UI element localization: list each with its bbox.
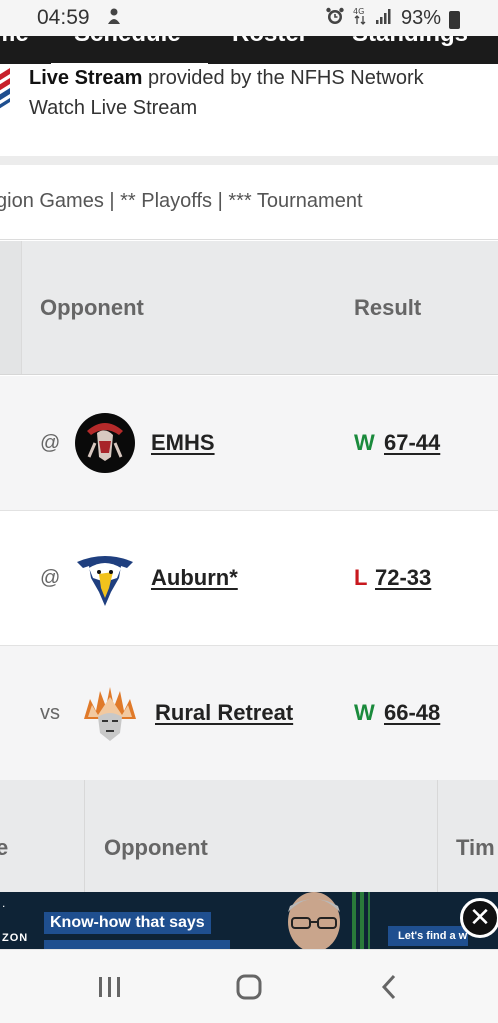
data-arrows-icon: 4G [353, 6, 367, 31]
auburn-eagle-logo-icon [77, 556, 133, 606]
emhs-logo-icon [75, 413, 135, 473]
ad-person-image [288, 892, 340, 949]
opponent-column-header: Opponent [40, 295, 144, 320]
battery-icon [449, 10, 460, 29]
watch-live-stream-link[interactable]: Watch Live Stream [29, 97, 197, 120]
ad-banner[interactable]: . ZON Know-how that says Let's find a w [0, 892, 498, 949]
recent-apps-icon[interactable] [90, 970, 130, 1004]
result-outcome: L [354, 565, 368, 590]
game-location: vs [40, 702, 60, 724]
opponent-column-header: Opponent [104, 835, 208, 860]
live-stream-provider: provided by the NFHS Network [142, 67, 424, 89]
ad-brand-text: ZON [2, 932, 29, 944]
status-bar: 04:59 4G 93% [0, 0, 498, 36]
result-score-link[interactable]: 72-33 [375, 565, 431, 591]
live-stream-banner: Live Stream provided by the NFHS Network… [0, 64, 498, 158]
section-divider [0, 156, 498, 165]
home-icon[interactable] [229, 970, 269, 1004]
svg-text:4G: 4G [353, 7, 364, 16]
result-score-link[interactable]: 67-44 [384, 430, 440, 456]
table-row: vs Rural Retreat W 66-48 [0, 646, 498, 781]
tab-roster[interactable]: Roster [232, 36, 308, 48]
ad-headline: Know-how that says [44, 912, 211, 934]
tab-standings[interactable]: Standings [352, 36, 468, 48]
opponent-link-rural-retreat[interactable]: Rural Retreat [155, 700, 293, 726]
alarm-icon [325, 6, 345, 31]
status-time: 04:59 [37, 6, 90, 29]
rural-retreat-logo-icon [84, 687, 136, 741]
opponent-link-auburn[interactable]: Auburn* [151, 565, 238, 591]
close-icon[interactable]: ✕ [460, 898, 498, 938]
game-location: @ [40, 567, 61, 589]
legend-text: gion Games | ** Playoffs | *** Tournamen… [0, 190, 363, 212]
result-score-link[interactable]: 66-48 [384, 700, 440, 726]
tab-schedule[interactable]: Schedule [74, 36, 181, 48]
back-icon[interactable] [369, 970, 409, 1004]
nfhs-flag-icon [0, 68, 10, 109]
live-stream-title: Live Stream [29, 67, 143, 89]
result-column-header: Result [354, 295, 422, 320]
game-location: @ [40, 432, 61, 454]
signal-icon [375, 7, 393, 30]
date-column-header: e [0, 835, 9, 860]
notification-app-icon [106, 7, 122, 30]
schedule-table-header: Opponent Result [0, 241, 498, 375]
upcoming-table-header: e Opponent Tim [0, 780, 498, 892]
system-navigation-bar [0, 949, 498, 1023]
result-outcome: W [354, 700, 375, 725]
table-row: @ Auburn* L 72-33 [0, 511, 498, 646]
time-column-header: Tim [456, 835, 495, 860]
tab-home[interactable]: me [0, 36, 29, 48]
result-outcome: W [354, 430, 375, 455]
opponent-link-emhs[interactable]: EMHS [151, 430, 215, 456]
table-row: @ EMHS W 67-44 [0, 376, 498, 511]
game-type-legend: gion Games | ** Playoffs | *** Tournamen… [0, 166, 498, 240]
battery-percent: 93% [400, 7, 441, 29]
ad-cta-button[interactable]: Let's find a w [388, 926, 468, 946]
